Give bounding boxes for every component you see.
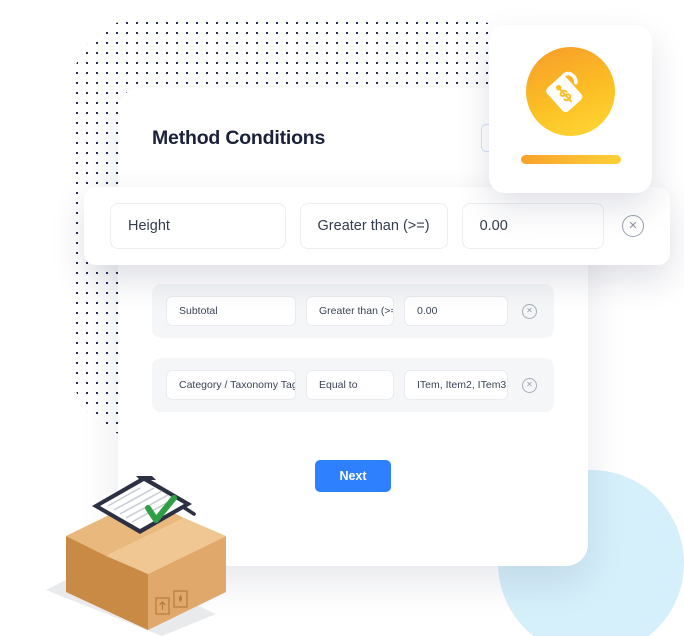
operator-select[interactable]: Greater than (>=) — [299, 203, 448, 249]
price-tag-card — [489, 25, 652, 193]
next-button[interactable]: Next — [315, 460, 391, 492]
remove-condition-icon[interactable]: ✕ — [522, 303, 537, 319]
illustration-stage: Method Conditions + Add C Subtotal Great… — [0, 0, 684, 636]
operator-select[interactable]: Equal to — [306, 370, 394, 400]
conditions-list: Subtotal Greater than (>=) 0.00 ✕ Catego… — [118, 284, 588, 432]
attribute-select[interactable]: Height — [110, 203, 286, 249]
attribute-select[interactable]: Subtotal — [166, 296, 296, 326]
tag-card-underline — [520, 155, 621, 164]
value-input[interactable]: 0.00 — [404, 296, 508, 326]
parcel-box-clipboard-icon — [44, 462, 244, 636]
value-input[interactable]: ITem, Item2, ITem3 — [404, 370, 508, 400]
value-input[interactable]: 0.00 — [461, 203, 604, 249]
price-tag-dollar-icon — [526, 47, 615, 136]
remove-condition-icon[interactable]: ✕ — [622, 215, 644, 237]
condition-row: Subtotal Greater than (>=) 0.00 ✕ — [152, 284, 554, 338]
attribute-select[interactable]: Category / Taxonomy Tags — [166, 370, 296, 400]
condition-row: Category / Taxonomy Tags Equal to ITem, … — [152, 358, 554, 412]
remove-condition-icon[interactable]: ✕ — [522, 377, 537, 393]
operator-select[interactable]: Greater than (>=) — [306, 296, 394, 326]
page-title: Method Conditions — [152, 126, 326, 149]
active-condition-panel: Height Greater than (>=) 0.00 ✕ — [84, 187, 670, 265]
